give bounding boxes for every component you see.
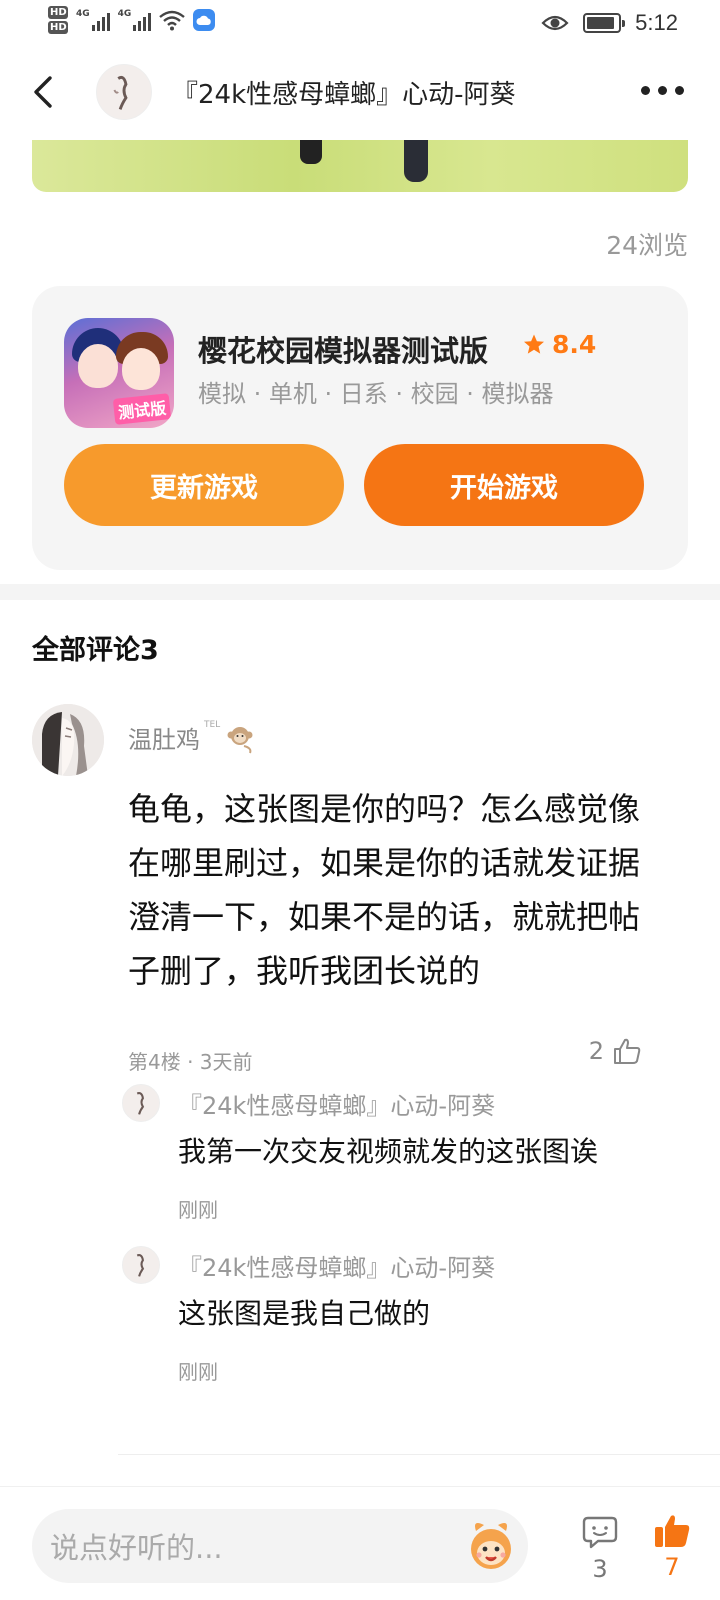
author-avatar[interactable] (96, 64, 152, 120)
network-type-1: 4G (76, 9, 90, 19)
game-card[interactable]: 测试版 樱花校园模拟器测试版 8.4 模拟 · 单机 · 日系 · 校园 · 模… (32, 286, 688, 570)
comment-bubble-icon (582, 1516, 618, 1549)
comment-body: 龟龟，这张图是你的吗？怎么感觉像在哪里刷过，如果是你的话就发证据澄清一下，如果不… (128, 790, 641, 990)
comment-count: 3 (592, 1555, 608, 1583)
more-icon[interactable] (641, 86, 684, 95)
reply-item[interactable]: 『24k性感母蟑螂』心动-阿葵 我第一次交友视频就发的这张图诶 刚刚 (122, 1084, 682, 1222)
game-name: 樱花校园模拟器测试版 (198, 334, 489, 368)
hd-badge-bottom: HD (48, 21, 68, 34)
game-tags: 模拟 · 单机 · 日系 · 校园 · 模拟器 (198, 380, 554, 408)
battery-icon (583, 13, 626, 33)
bottom-action-bar: 说点好听的... 3 7 (0, 1486, 720, 1600)
start-game-button[interactable]: 开始游戏 (364, 444, 644, 526)
comment-like-count: 2 (588, 1037, 604, 1065)
reply-time: 刚刚 (178, 1198, 218, 1222)
section-divider (0, 584, 720, 600)
network-type-2: 4G (117, 9, 132, 19)
reply-avatar[interactable] (122, 1084, 160, 1122)
monkey-badge-icon (227, 726, 253, 753)
view-count: 24浏览 (606, 231, 688, 260)
comment-like-button[interactable]: 2 (589, 1036, 642, 1066)
comment-input-placeholder: 说点好听的... (50, 1531, 223, 1565)
thumb-up-icon (655, 1515, 690, 1547)
eye-icon (541, 15, 569, 31)
game-rating: 8.4 (522, 330, 596, 359)
signal-icon-2: 4G (118, 9, 152, 31)
comment-meta: 第4楼 · 3天前 (128, 1050, 253, 1074)
update-game-button[interactable]: 更新游戏 (64, 444, 344, 526)
reply-body: 我第一次交友视频就发的这张图诶 (178, 1135, 599, 1168)
reply-time: 刚刚 (178, 1360, 218, 1384)
reply-item[interactable]: 『24k性感母蟑螂』心动-阿葵 这张图是我自己做的 刚刚 (122, 1246, 682, 1384)
mascot-icon[interactable] (462, 1517, 520, 1575)
post-image[interactable] (32, 140, 688, 192)
reply-body: 这张图是我自己做的 (178, 1297, 431, 1330)
hd-indicators: HD HD (48, 6, 68, 34)
game-icon[interactable]: 测试版 (64, 318, 174, 428)
commenter-name-text: 温肚鸡 (128, 726, 200, 754)
cloud-icon (193, 9, 216, 31)
star-icon (524, 334, 544, 354)
reply-author[interactable]: 『24k性感母蟑螂』心动-阿葵 (178, 1248, 495, 1283)
commenter-avatar[interactable] (32, 704, 104, 776)
reply-avatar[interactable] (122, 1246, 160, 1284)
tel-badge: TEL (204, 720, 221, 730)
clock: 5:12 (635, 10, 678, 35)
status-bar: HD HD 4G 4G 5:12 (0, 0, 720, 50)
like-count: 7 (664, 1553, 680, 1581)
header-title: 『24k性感母蟑螂』心动-阿葵 (172, 80, 516, 110)
comments-title: 全部评论3 (32, 635, 159, 666)
wifi-icon (159, 10, 186, 31)
game-icon-badge: 测试版 (112, 393, 172, 425)
thumb-up-outline-icon (614, 1038, 641, 1064)
signal-icon-1: 4G (76, 9, 110, 31)
back-icon[interactable] (30, 74, 58, 110)
post-like-button[interactable]: 7 (650, 1513, 694, 1581)
hd-badge-top: HD (48, 6, 68, 19)
reply-author[interactable]: 『24k性感母蟑螂』心动-阿葵 (178, 1086, 495, 1121)
comment-divider (118, 1454, 720, 1455)
status-left: HD HD 4G 4G (48, 6, 216, 34)
rating-value: 8.4 (552, 330, 597, 359)
comment-count-button[interactable]: 3 (578, 1515, 622, 1583)
status-right: 5:12 (541, 10, 678, 36)
comment-input[interactable]: 说点好听的... (32, 1509, 528, 1583)
top-nav: 『24k性感母蟑螂』心动-阿葵 (0, 56, 720, 128)
commenter-name[interactable]: 温肚鸡 TEL (128, 720, 256, 755)
